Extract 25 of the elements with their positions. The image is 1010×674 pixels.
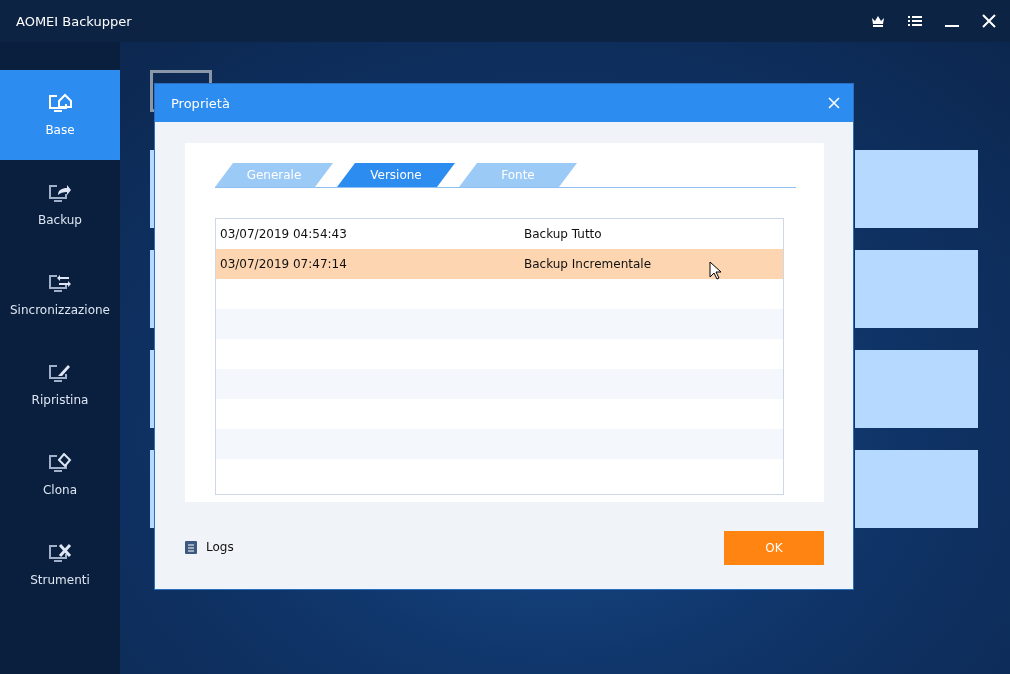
sidebar-item[interactable]: Clona [0, 430, 120, 520]
table-row[interactable]: 03/07/2019 04:54:43 Backup Tutto [216, 219, 783, 249]
monitor-pen-icon [48, 363, 72, 385]
mouse-pointer-icon [709, 261, 721, 280]
monitor-share-icon [48, 183, 72, 205]
table-row[interactable]: 03/07/2019 07:47:14 Backup Incrementale [216, 249, 783, 279]
sidebar-item[interactable]: Strumenti [0, 520, 120, 610]
crown-icon[interactable] [871, 15, 885, 27]
sidebar-item[interactable]: Sincronizzazione [0, 250, 120, 340]
monitor-home-icon [48, 93, 72, 115]
sidebar-item[interactable]: Backup [0, 160, 120, 250]
dialog-title: Proprietà [171, 95, 230, 111]
table-cell-text: 03/07/2019 04:54:43 [219, 227, 348, 241]
window-title: AOMEI Backupper [16, 13, 132, 29]
menu-icon[interactable] [908, 15, 922, 27]
monitor-tools-icon [48, 543, 72, 565]
sidebar-item[interactable]: Ripristina [0, 340, 120, 430]
table-cell-text: 03/07/2019 07:47:14 [219, 257, 348, 271]
table-cell: Backup Incrementale [524, 257, 652, 271]
clipboard-icon [185, 539, 197, 554]
close-icon[interactable] [982, 14, 996, 28]
logs-link[interactable]: Logs [185, 539, 234, 554]
monitor-arrows-icon [48, 273, 72, 295]
table-cell: Backup Tutto [524, 227, 602, 241]
monitor-diamond-icon [48, 453, 72, 475]
